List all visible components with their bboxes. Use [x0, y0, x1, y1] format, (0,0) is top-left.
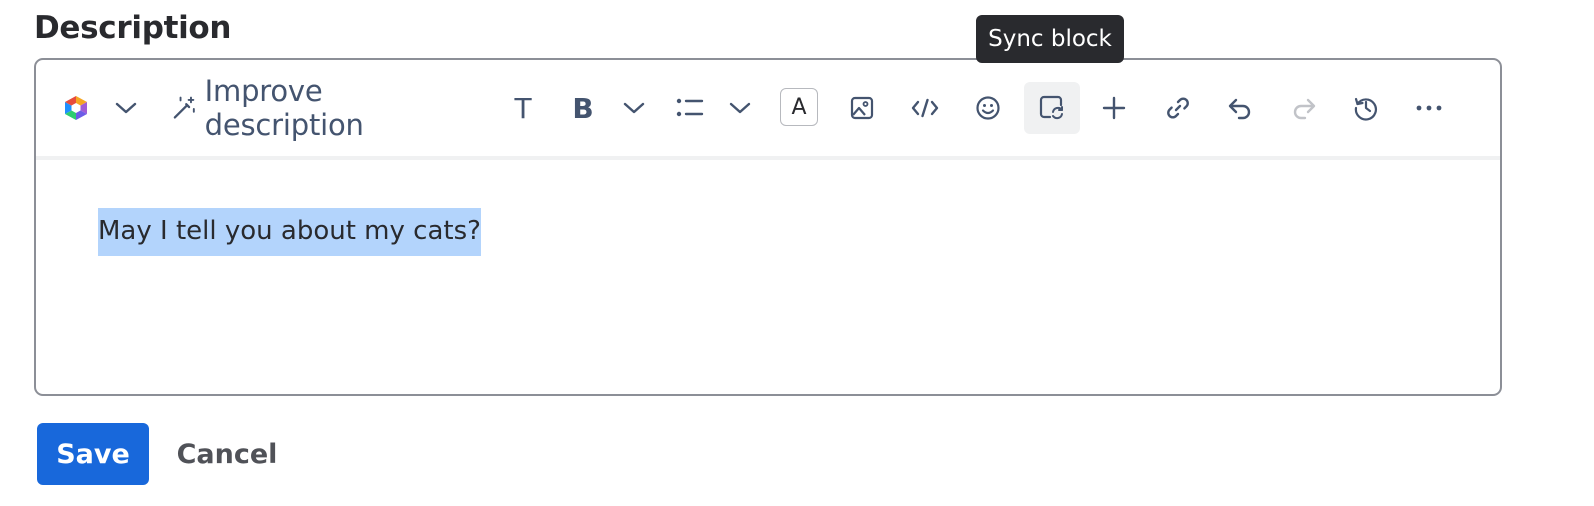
ai-options-dropdown[interactable]: [110, 82, 142, 134]
text-color-button[interactable]: A: [780, 88, 818, 126]
cancel-button[interactable]: Cancel: [166, 423, 288, 485]
code-icon: [911, 98, 939, 118]
ai-logo-button[interactable]: [58, 82, 94, 134]
insert-link-button[interactable]: [1160, 82, 1196, 134]
selected-text[interactable]: May I tell you about my cats?: [98, 208, 481, 256]
plus-icon: [1102, 96, 1126, 120]
chevron-down-icon: [115, 102, 137, 114]
chevron-down-icon: [729, 102, 751, 114]
emoji-icon: [976, 96, 1000, 120]
sync-block-icon: [1039, 95, 1063, 120]
sync-block-button[interactable]: [1024, 82, 1080, 134]
more-options-button[interactable]: [1410, 82, 1448, 134]
chevron-down-icon: [623, 102, 645, 114]
bold-icon: B: [572, 91, 594, 125]
tooltip: Sync block: [976, 15, 1124, 63]
editor-toolbar: Improve description T B A: [36, 60, 1500, 160]
version-history-button[interactable]: [1348, 82, 1384, 134]
redo-icon: [1293, 98, 1316, 120]
more-icon: [1416, 105, 1442, 111]
undo-button[interactable]: [1222, 82, 1258, 134]
improve-description-label: Improve description: [204, 74, 364, 142]
magic-wand-icon: [173, 96, 195, 119]
text-style-icon: T: [514, 91, 532, 125]
image-icon: [850, 96, 874, 120]
insert-emoji-button[interactable]: [970, 82, 1006, 134]
list-options-dropdown[interactable]: [724, 82, 756, 134]
text-style-button[interactable]: T: [504, 82, 542, 134]
field-label: Description: [34, 10, 232, 46]
bulleted-list-icon: [676, 98, 704, 117]
description-editor[interactable]: Improve description T B A May I tell you…: [34, 58, 1502, 396]
link-icon: [1167, 97, 1189, 119]
history-icon: [1354, 97, 1377, 121]
editor-content[interactable]: May I tell you about my cats?: [98, 208, 481, 256]
improve-description-button[interactable]: Improve description: [172, 74, 476, 142]
bold-button[interactable]: B: [564, 82, 602, 134]
save-button[interactable]: Save: [37, 423, 149, 485]
formatting-dropdown[interactable]: [618, 82, 650, 134]
insert-code-button[interactable]: [906, 82, 944, 134]
insert-more-button[interactable]: [1096, 82, 1132, 134]
bulleted-list-button[interactable]: [672, 82, 708, 134]
text-color-icon: A: [791, 94, 807, 120]
insert-image-button[interactable]: [844, 82, 880, 134]
ai-logo-icon: [65, 96, 87, 120]
redo-button[interactable]: [1286, 82, 1322, 134]
undo-icon: [1228, 98, 1251, 120]
